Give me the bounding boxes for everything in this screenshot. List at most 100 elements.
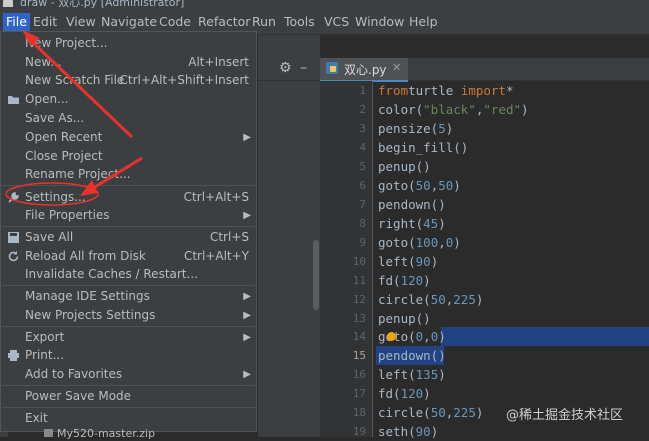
menu-item-invalidate-caches[interactable]: Invalidate Caches / Restart... [2, 265, 255, 284]
line-number: 4 [359, 141, 366, 154]
menu-item-settings[interactable]: Settings... Ctrl+Alt+S [2, 188, 255, 207]
submenu-arrow-icon: ▶ [243, 210, 251, 221]
menu-separator [2, 407, 255, 408]
line-number: 10 [352, 255, 366, 268]
line-number: 6 [359, 179, 366, 192]
menu-item-power-save-mode[interactable]: Power Save Mode [2, 387, 255, 406]
line-number: 8 [359, 217, 366, 230]
lightbulb-icon[interactable] [387, 332, 396, 341]
settings-gear-icon[interactable]: ⚙ [279, 60, 292, 76]
menu-item-reload-from-disk[interactable]: Reload All from Disk Ctrl+Alt+Y [2, 247, 255, 266]
menu-item-save-all[interactable]: Save All Ctrl+S [2, 228, 255, 247]
code-line[interactable]: circle(50,225) [378, 290, 483, 309]
code-line[interactable]: fromturtle import* [378, 81, 513, 100]
line-number: 18 [352, 406, 366, 419]
code-line[interactable]: goto(100,0) [378, 233, 461, 252]
wrench-icon [8, 192, 19, 203]
code-line[interactable]: pensize(5) [378, 119, 453, 138]
menu-item-export[interactable]: Export ▶ [2, 328, 255, 347]
menu-item-new-project[interactable]: New Project... [2, 34, 255, 53]
save-icon [8, 232, 19, 243]
menu-navigate[interactable]: Navigate [101, 13, 157, 31]
line-number: 7 [359, 198, 366, 211]
code-line[interactable]: penup() [378, 157, 431, 176]
line-number: 17 [352, 387, 366, 400]
window-titlebar: draw - 双心.py [Administrator] [0, 0, 649, 10]
menu-item-save-as[interactable]: Save As... [2, 109, 255, 128]
menu-help[interactable]: Help [409, 13, 438, 31]
line-number-current: 15 [352, 349, 366, 362]
code-line[interactable]: circle(50,225) [378, 403, 483, 422]
zip-file-icon [44, 429, 53, 437]
code-line[interactable]: left(135) [378, 365, 446, 384]
project-scrollbar[interactable] [313, 240, 319, 310]
menu-code[interactable]: Code [159, 13, 191, 31]
code-line[interactable]: seth(90) [378, 422, 438, 441]
menu-item-new[interactable]: New... Alt+Insert [2, 53, 255, 72]
menu-item-file-properties[interactable]: File Properties ▶ [2, 206, 255, 225]
code-line[interactable]: begin_fill() [378, 138, 468, 157]
line-number: 14 [352, 330, 366, 343]
watermark: @稀土掘金技术社区 [506, 408, 624, 423]
app-icon [3, 0, 13, 7]
menu-refactor[interactable]: Refactor [198, 13, 250, 31]
menu-separator [2, 326, 255, 327]
menu-separator [2, 385, 255, 386]
menu-item-open-recent[interactable]: Open Recent ▶ [2, 128, 255, 147]
submenu-arrow-icon: ▶ [243, 332, 251, 343]
submenu-arrow-icon: ▶ [243, 369, 251, 380]
window-title: draw - 双心.py [Administrator] [20, 0, 185, 9]
menu-tools[interactable]: Tools [284, 13, 315, 31]
reload-icon [8, 251, 19, 262]
open-folder-icon [8, 96, 19, 104]
menu-item-new-projects-settings[interactable]: New Projects Settings ▶ [2, 306, 255, 325]
line-number: 2 [359, 103, 366, 116]
line-number: 9 [359, 236, 366, 249]
menu-item-add-to-favorites[interactable]: Add to Favorites ▶ [2, 365, 255, 384]
code-line[interactable]: goto(50,50) [378, 176, 461, 195]
code-line[interactable]: fd(120) [378, 384, 431, 403]
project-panel [258, 35, 320, 437]
menu-vcs[interactable]: VCS [324, 13, 349, 31]
tab-title: 双心.py [344, 63, 387, 77]
line-number: 1 [359, 84, 366, 97]
menu-window[interactable]: Window [355, 13, 404, 31]
python-file-icon [326, 62, 338, 74]
code-line[interactable]: left(90) [378, 252, 438, 271]
close-icon[interactable]: ✕ [392, 61, 401, 74]
selection-highlight [441, 327, 649, 346]
code-line[interactable]: right(45) [378, 214, 446, 233]
editor-tab-bar [408, 58, 649, 81]
menu-run[interactable]: Run [252, 13, 276, 31]
menu-item-new-scratch-file[interactable]: New Scratch File Ctrl+Alt+Shift+Insert [2, 71, 255, 90]
hide-panel-icon[interactable]: – [300, 60, 307, 76]
code-line[interactable]: color("black","red") [378, 100, 529, 119]
print-icon [8, 350, 19, 361]
editor-tab[interactable]: 双心.py ✕ [320, 58, 408, 82]
line-number: 11 [352, 274, 366, 287]
submenu-arrow-icon: ▶ [243, 291, 251, 302]
line-number: 5 [359, 160, 366, 173]
menu-item-exit[interactable]: Exit [2, 409, 255, 428]
line-number: 3 [359, 122, 366, 135]
menu-edit[interactable]: Edit [33, 13, 57, 31]
line-number: 19 [352, 425, 366, 438]
code-line[interactable]: pendown() [378, 346, 446, 365]
menu-item-rename-project[interactable]: Rename Project... [2, 165, 255, 184]
code-line[interactable]: penup() [378, 309, 431, 328]
menu-item-print[interactable]: Print... [2, 346, 255, 365]
submenu-arrow-icon: ▶ [243, 310, 251, 321]
menu-item-open[interactable]: Open... [2, 90, 255, 109]
line-number: 12 [352, 293, 366, 306]
menu-file[interactable]: File [3, 13, 30, 31]
line-number: 13 [352, 312, 366, 325]
menu-view[interactable]: View [66, 13, 96, 31]
project-tree-item[interactable]: My520-master.zip [44, 427, 155, 440]
menu-separator [2, 185, 255, 186]
submenu-arrow-icon: ▶ [243, 132, 251, 143]
code-line[interactable]: pendown() [378, 195, 446, 214]
menu-item-close-project[interactable]: Close Project [2, 147, 255, 166]
menu-item-manage-ide-settings[interactable]: Manage IDE Settings ▶ [2, 287, 255, 306]
menu-separator [2, 285, 255, 286]
code-line[interactable]: fd(120) [378, 271, 431, 290]
